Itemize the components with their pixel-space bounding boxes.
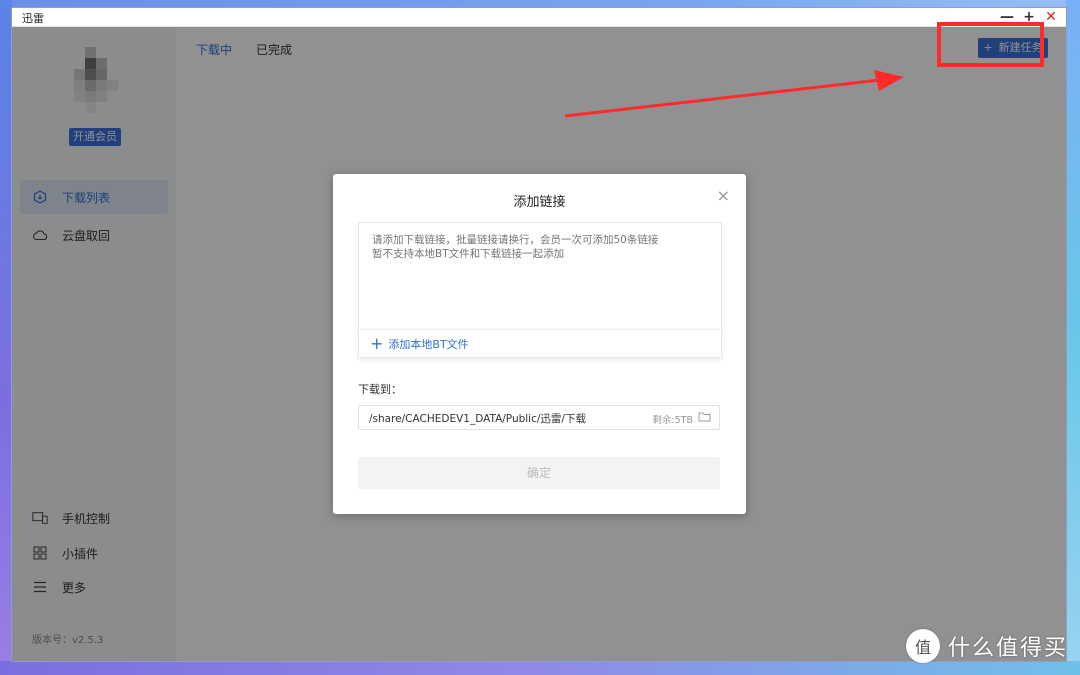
folder-icon[interactable] bbox=[698, 411, 711, 425]
add-bt-row: + 添加本地BT文件 bbox=[359, 329, 721, 358]
dialog-title: 添加链接 bbox=[513, 195, 566, 210]
plus-icon: + bbox=[370, 334, 384, 353]
download-path-field[interactable]: /share/CACHEDEV1_DATA/Public/迅雷/下载 剩余:5T… bbox=[358, 405, 720, 430]
add-link-dialog: 添加链接 × + 添加本地BT文件 下载到： /share/CACHEDEV1_… bbox=[333, 174, 746, 514]
link-input[interactable] bbox=[359, 223, 721, 329]
close-window-button[interactable]: ✕ bbox=[1044, 8, 1058, 26]
link-input-box: + 添加本地BT文件 bbox=[358, 222, 722, 358]
watermark-logo: 值 bbox=[906, 629, 940, 663]
confirm-button[interactable]: 确定 bbox=[358, 457, 720, 489]
title-bar: 迅雷 — + ✕ bbox=[12, 8, 1066, 27]
watermark: 值 什么值得买 bbox=[906, 629, 1068, 663]
download-path: /share/CACHEDEV1_DATA/Public/迅雷/下载 bbox=[369, 413, 586, 425]
desktop-left-edge bbox=[0, 0, 12, 675]
window-title: 迅雷 bbox=[22, 12, 44, 25]
desktop-right-edge bbox=[1066, 0, 1080, 675]
watermark-text: 什么值得买 bbox=[948, 636, 1069, 661]
highlight-box bbox=[937, 22, 1044, 67]
download-to-label: 下载到： bbox=[358, 383, 402, 396]
add-local-bt-button[interactable]: + 添加本地BT文件 bbox=[370, 336, 469, 352]
desktop-bottom-edge bbox=[0, 661, 1080, 675]
free-space-label: 剩余:5TB bbox=[652, 415, 693, 426]
close-icon[interactable]: × bbox=[717, 186, 730, 205]
add-bt-label: 添加本地BT文件 bbox=[388, 338, 469, 351]
